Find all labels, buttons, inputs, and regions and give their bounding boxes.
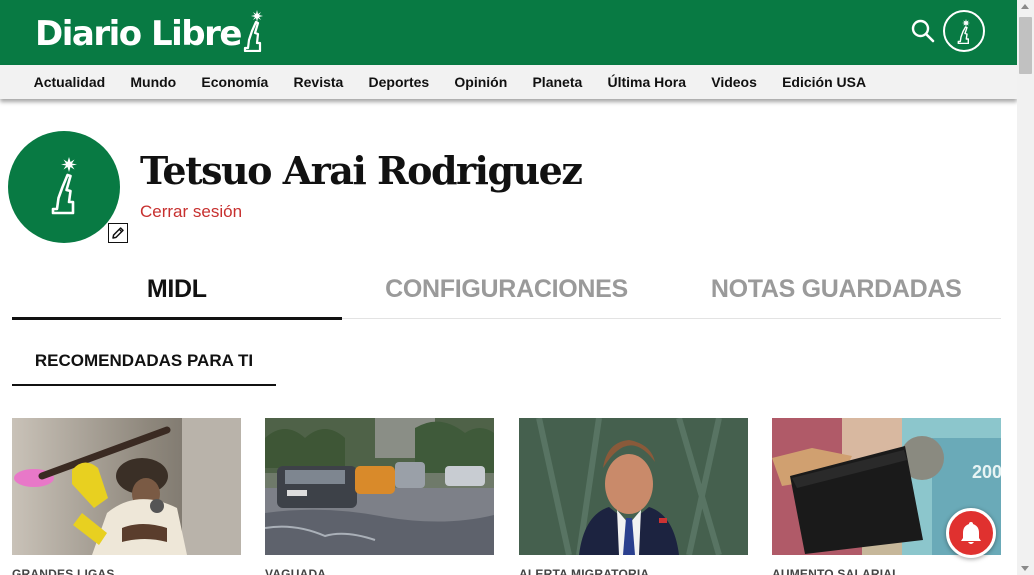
search-button[interactable]: [909, 17, 937, 45]
tab-configuraciones[interactable]: CONFIGURACIONES: [342, 269, 672, 318]
baseball-player-image: [12, 418, 241, 555]
statue-logo-icon: [243, 10, 263, 52]
card-category[interactable]: ALERTA MIGRATORIA: [519, 567, 748, 575]
scroll-up-arrow-icon[interactable]: [1021, 4, 1029, 9]
scroll-thumb[interactable]: [1019, 17, 1032, 74]
edit-avatar-button[interactable]: [108, 223, 128, 243]
card-category[interactable]: VAGUADA: [265, 567, 494, 575]
nav-item-planeta[interactable]: Planeta: [520, 74, 595, 90]
pencil-icon: [112, 227, 124, 239]
tab-midl[interactable]: MIDL: [12, 269, 342, 320]
nav-item-revista[interactable]: Revista: [281, 74, 356, 90]
top-header: Diario Libre: [0, 0, 1017, 65]
statue-icon: [957, 19, 970, 44]
card-image-baseball[interactable]: [12, 418, 241, 555]
nav-item-mundo[interactable]: Mundo: [118, 74, 189, 90]
nav-item-actualidad[interactable]: Actualidad: [21, 74, 118, 90]
site-logo[interactable]: Diario Libre: [35, 10, 265, 54]
article-card[interactable]: GRANDES LIGAS: [12, 418, 241, 575]
search-icon: [911, 19, 935, 43]
svg-text:2000: 2000: [972, 462, 1001, 482]
bell-icon: [961, 522, 981, 544]
article-card[interactable]: VAGUADA: [265, 418, 494, 575]
flooded-street-image: [265, 418, 494, 555]
nav-item-economia[interactable]: Economía: [189, 74, 281, 90]
main-nav: Actualidad Mundo Economía Revista Deport…: [0, 65, 1017, 99]
logo-text: Diario Libre: [35, 14, 242, 54]
card-category[interactable]: AUMENTO SALARIAL: [772, 567, 1001, 575]
user-name: Tetsuo Arai Rodriguez: [140, 148, 583, 193]
logout-link[interactable]: Cerrar sesión: [140, 202, 242, 222]
nav-item-ultima-hora[interactable]: Última Hora: [595, 74, 699, 90]
nav-item-edicion-usa[interactable]: Edición USA: [769, 74, 878, 90]
article-card[interactable]: ALERTA MIGRATORIA: [519, 418, 748, 575]
notifications-button[interactable]: [946, 508, 996, 558]
nav-item-opinion[interactable]: Opinión: [442, 74, 520, 90]
profile-button[interactable]: [943, 10, 985, 52]
profile-tabs: MIDL CONFIGURACIONES NOTAS GUARDADAS: [12, 269, 1001, 320]
nav-item-videos[interactable]: Videos: [699, 74, 770, 90]
avatar: [8, 131, 120, 243]
statue-icon: [51, 157, 77, 215]
tab-notas-guardadas[interactable]: NOTAS GUARDADAS: [671, 269, 1001, 318]
page-scrollbar[interactable]: [1017, 0, 1034, 575]
card-image-flood[interactable]: [265, 418, 494, 555]
card-category[interactable]: GRANDES LIGAS: [12, 567, 241, 575]
speaker-at-podium-image: [519, 418, 748, 555]
nav-item-deportes[interactable]: Deportes: [356, 74, 442, 90]
scroll-down-arrow-icon[interactable]: [1021, 566, 1029, 571]
section-title: RECOMENDADAS PARA TI: [12, 350, 276, 386]
card-image-speaker[interactable]: [519, 418, 748, 555]
